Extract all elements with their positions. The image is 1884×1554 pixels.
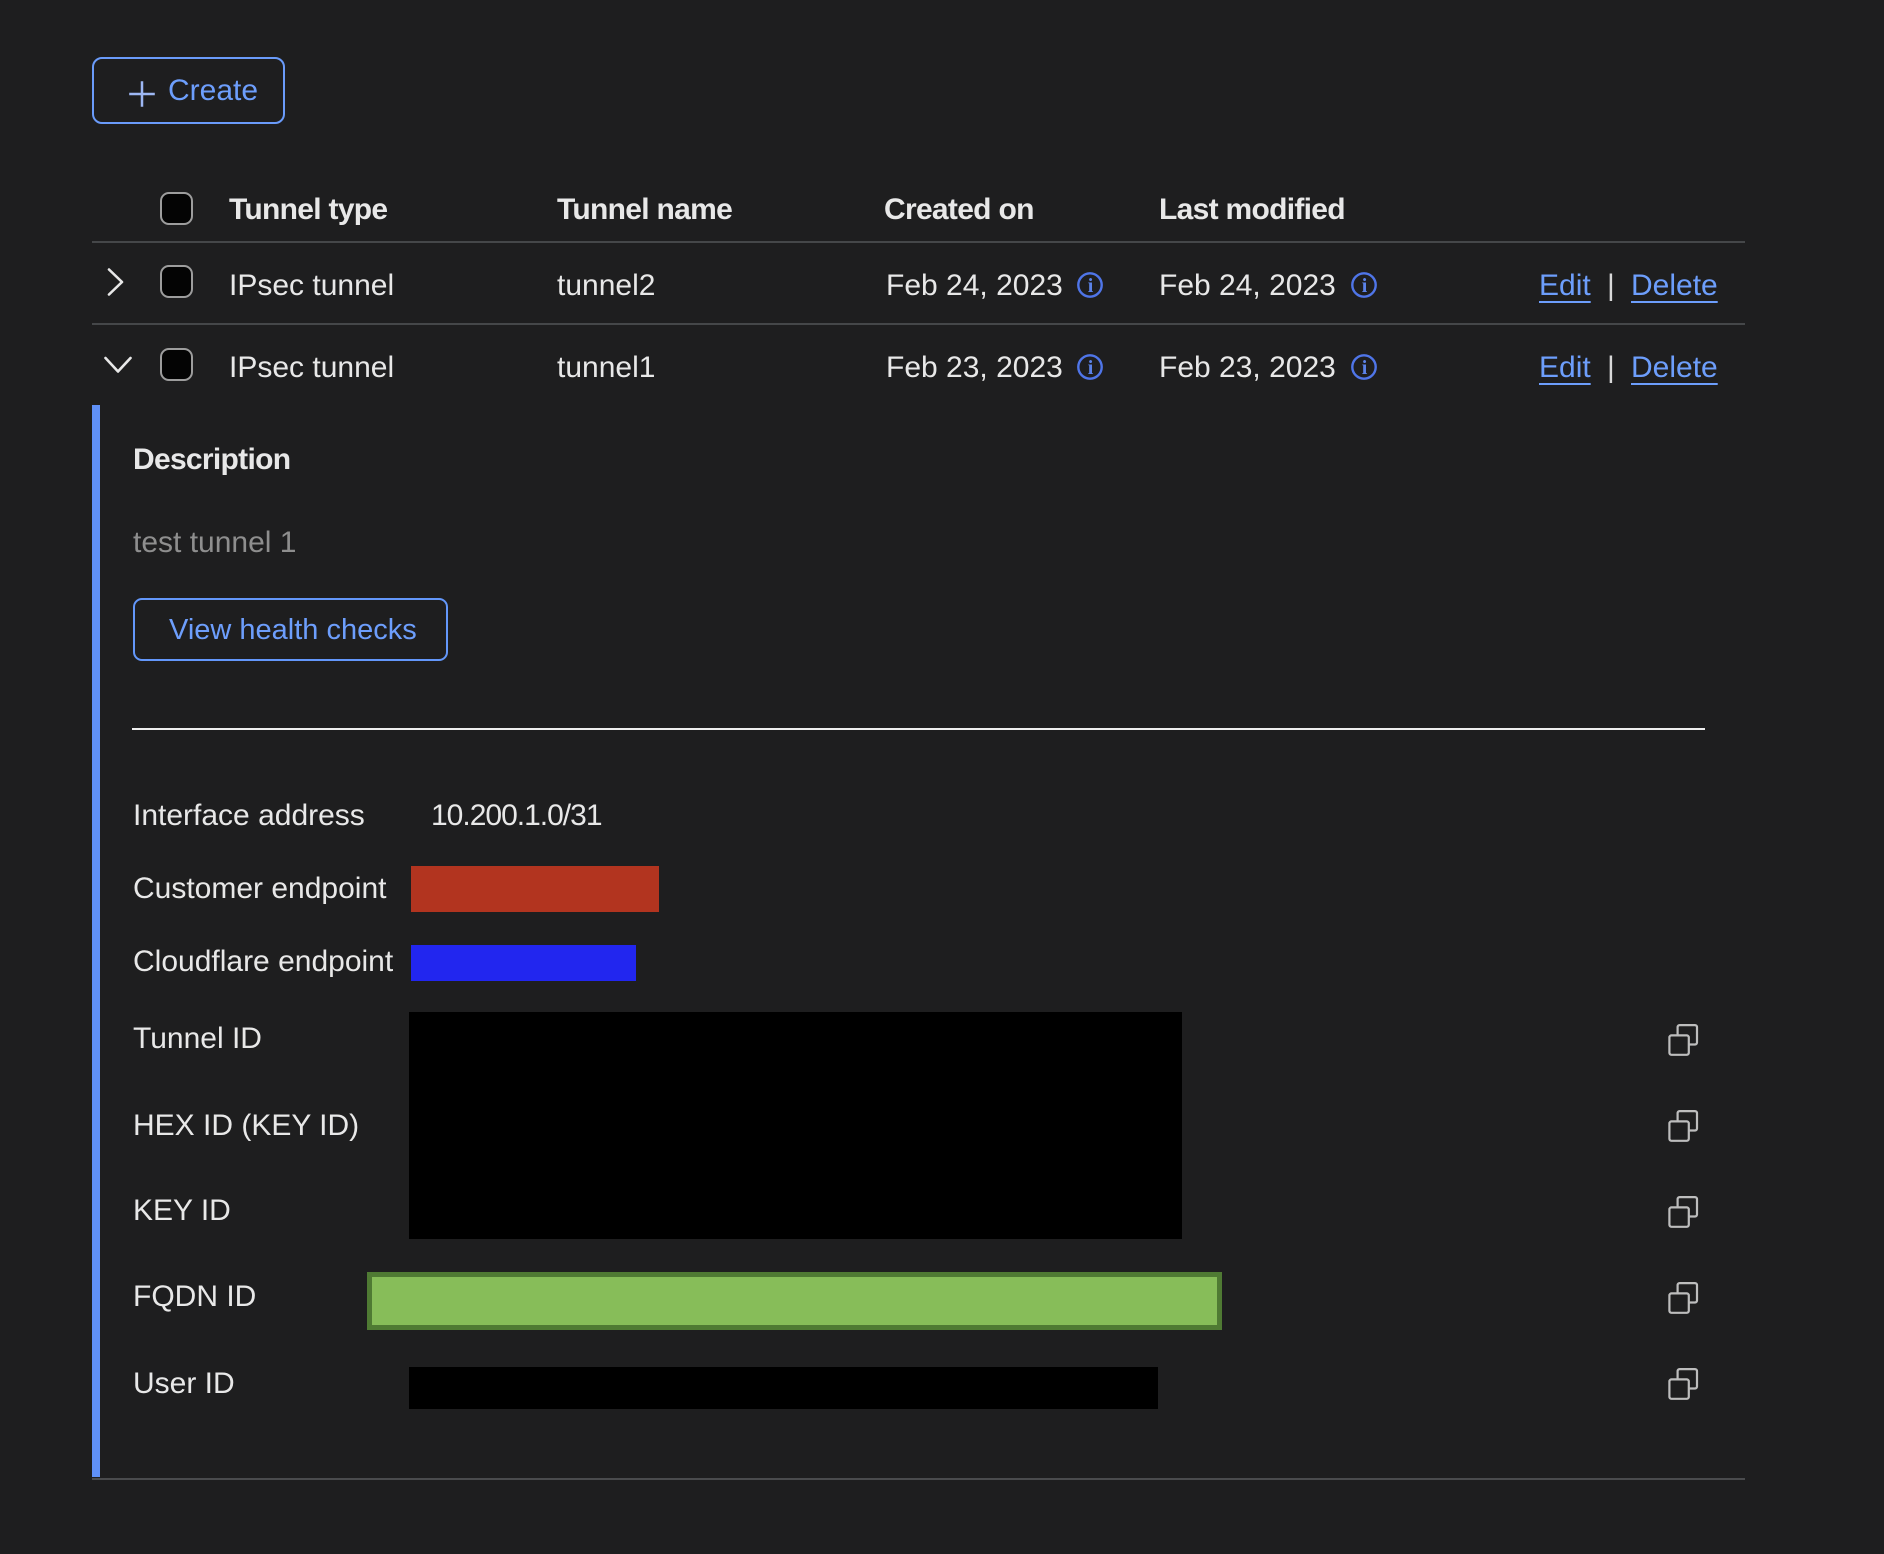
svg-text:i: i xyxy=(1362,275,1368,297)
svg-text:i: i xyxy=(1088,275,1094,297)
svg-text:i: i xyxy=(1362,357,1368,379)
svg-text:i: i xyxy=(1088,357,1094,379)
